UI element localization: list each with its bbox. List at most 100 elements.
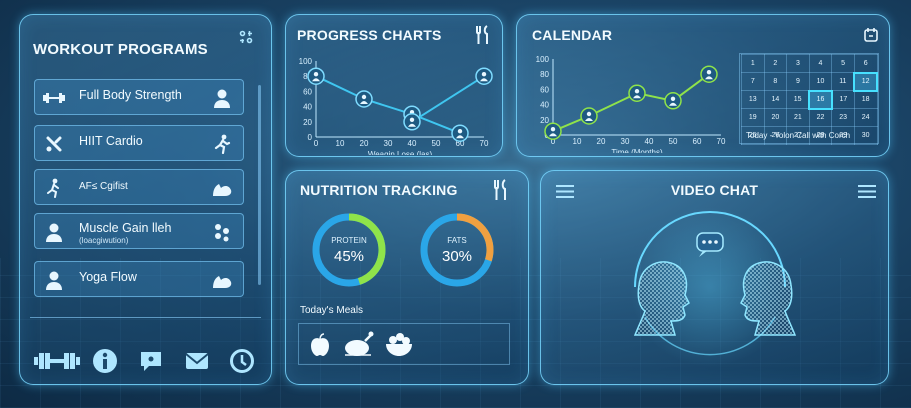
calendar-event-text: Today - Yolon Call with Corch (746, 131, 851, 140)
calendar-day[interactable]: 14 (763, 90, 788, 109)
calendar-day[interactable]: 6 (853, 54, 878, 73)
data-point-avatar (409, 117, 415, 122)
video-chat-title: VIDEO CHAT (670, 182, 759, 198)
x-tick-label: 60 (693, 137, 702, 146)
calendar-day[interactable]: 7 (741, 72, 765, 91)
calendar-title: CALENDAR (532, 27, 613, 43)
todays-meals-label: Today's Meals (300, 305, 364, 316)
calendar-day[interactable]: 8 (763, 72, 788, 91)
calendar-day[interactable]: 1 (741, 54, 765, 73)
workout-item-yoga-flow[interactable]: Yoga Flow (34, 261, 244, 297)
calendar-day[interactable]: 10 (808, 72, 833, 91)
scrollbar[interactable] (258, 85, 261, 285)
calendar-day[interactable]: 11 (831, 72, 855, 91)
x-tick-label: 50 (669, 137, 678, 146)
calendar-day[interactable]: 21 (786, 108, 810, 127)
x-tick-label: 30 (621, 137, 630, 146)
calendar-line-chart: 100806040200010203040506070Time (Months) (536, 55, 726, 153)
calendar-day[interactable]: 2 (763, 54, 788, 73)
chicken-icon[interactable] (343, 330, 375, 360)
video-chat-panel: VIDEO CHAT (540, 170, 889, 385)
apple-icon[interactable] (307, 332, 333, 358)
mail-icon[interactable] (182, 346, 212, 376)
workout-item-label: Muscle Gain lleh (79, 221, 172, 235)
calendar-day[interactable]: 13 (741, 90, 765, 109)
person-icon (43, 221, 65, 243)
calendar-day[interactable]: 3 (786, 54, 810, 73)
x-tick-label: 30 (384, 139, 393, 148)
series-line (552, 73, 710, 133)
workout-item-afr[interactable]: AF≤ Cgifist (34, 169, 244, 205)
clock-icon[interactable] (227, 346, 257, 376)
workout-item-label: HIIT Cardio (79, 134, 143, 148)
y-tick-label: 40 (540, 101, 549, 110)
calendar-day[interactable]: 19 (741, 108, 765, 127)
y-tick-label: 0 (308, 133, 313, 142)
calendar-day[interactable]: 16 (808, 89, 833, 110)
x-tick-label: 40 (645, 137, 654, 146)
calendar-day[interactable]: 20 (763, 108, 788, 127)
workout-item-full-body[interactable]: Full Body Strength (34, 79, 244, 115)
x-tick-label: 50 (432, 139, 441, 148)
dumbbell-icon[interactable] (34, 346, 80, 376)
flexing-arm-icon (211, 177, 233, 199)
workout-programs-title: WORKOUT PROGRAMS (33, 41, 208, 58)
calendar-day[interactable]: 23 (831, 108, 855, 127)
workout-item-label: Full Body Strength (79, 88, 182, 102)
workout-item-muscle-gain[interactable]: Muscle Gain lleh (loacgiwution) (34, 213, 244, 249)
progress-line-chart: 100806040200010203040506070Weagin Lose (… (299, 57, 493, 155)
video-call-hologram (630, 207, 797, 367)
x-tick-label: 10 (336, 139, 345, 148)
x-axis-label: Weagin Lose (las) (368, 150, 433, 155)
calendar-day[interactable]: 12 (853, 71, 878, 92)
protein-ring: PROTEIN 45% (310, 211, 388, 289)
divider (30, 317, 261, 318)
x-tick-label: 70 (480, 139, 489, 148)
workout-item-sublabel: (loacgiwution) (79, 236, 129, 245)
fats-label: FATS (447, 236, 467, 245)
calendar-day[interactable]: 22 (808, 108, 833, 127)
meals-box (298, 323, 510, 365)
data-point-avatar (481, 72, 487, 77)
data-point-avatar (550, 127, 556, 132)
x-tick-label: 70 (717, 137, 726, 146)
calendar-icon[interactable] (863, 26, 879, 42)
calendar-day[interactable]: 15 (786, 90, 810, 109)
running-person-icon (211, 133, 233, 155)
x-tick-label: 20 (360, 139, 369, 148)
menu-icon[interactable] (555, 183, 575, 199)
calendar-day[interactable]: 9 (786, 72, 810, 91)
calendar-day[interactable]: 30 (853, 126, 878, 145)
protein-value: 45% (333, 248, 365, 265)
y-tick-label: 20 (303, 118, 312, 127)
salad-bowl-icon[interactable] (383, 330, 415, 360)
calendar-day[interactable]: 17 (831, 90, 855, 109)
x-axis-label: Time (Months) (611, 148, 663, 153)
settings-icon[interactable] (238, 29, 254, 45)
x-tick-label: 20 (597, 137, 606, 146)
y-tick-label: 80 (540, 70, 549, 79)
y-tick-label: 100 (299, 57, 313, 66)
calendar-day[interactable]: 4 (808, 54, 833, 73)
data-point-avatar (586, 111, 592, 117)
y-tick-label: 20 (540, 116, 549, 125)
calendar-day[interactable]: 5 (831, 54, 855, 73)
nutrition-tracking-title: NUTRITION TRACKING (300, 182, 458, 198)
menu-icon[interactable] (857, 183, 877, 199)
data-point-avatar (361, 94, 367, 100)
info-icon[interactable] (90, 346, 120, 376)
fats-ring: FATS 30% (418, 211, 496, 289)
calendar-day[interactable]: 24 (853, 108, 878, 127)
chat-bubble-icon[interactable] (136, 346, 166, 376)
workout-item-hiit[interactable]: HIIT Cardio (34, 125, 244, 161)
fork-knife-icon (492, 179, 510, 201)
calendar-day[interactable]: 18 (853, 90, 878, 109)
y-tick-label: 40 (303, 103, 312, 112)
group-icon (211, 221, 233, 243)
y-tick-label: 60 (540, 85, 549, 94)
workout-programs-panel: WORKOUT PROGRAMS Full Body Strength HIIT… (19, 14, 272, 385)
crossed-dumbbell-icon (43, 133, 65, 155)
workout-item-label: AF≤ Cgifist (79, 181, 128, 192)
calendar-panel: CALENDAR 100806040200010203040506070Time… (516, 14, 890, 157)
person-icon (211, 87, 233, 109)
